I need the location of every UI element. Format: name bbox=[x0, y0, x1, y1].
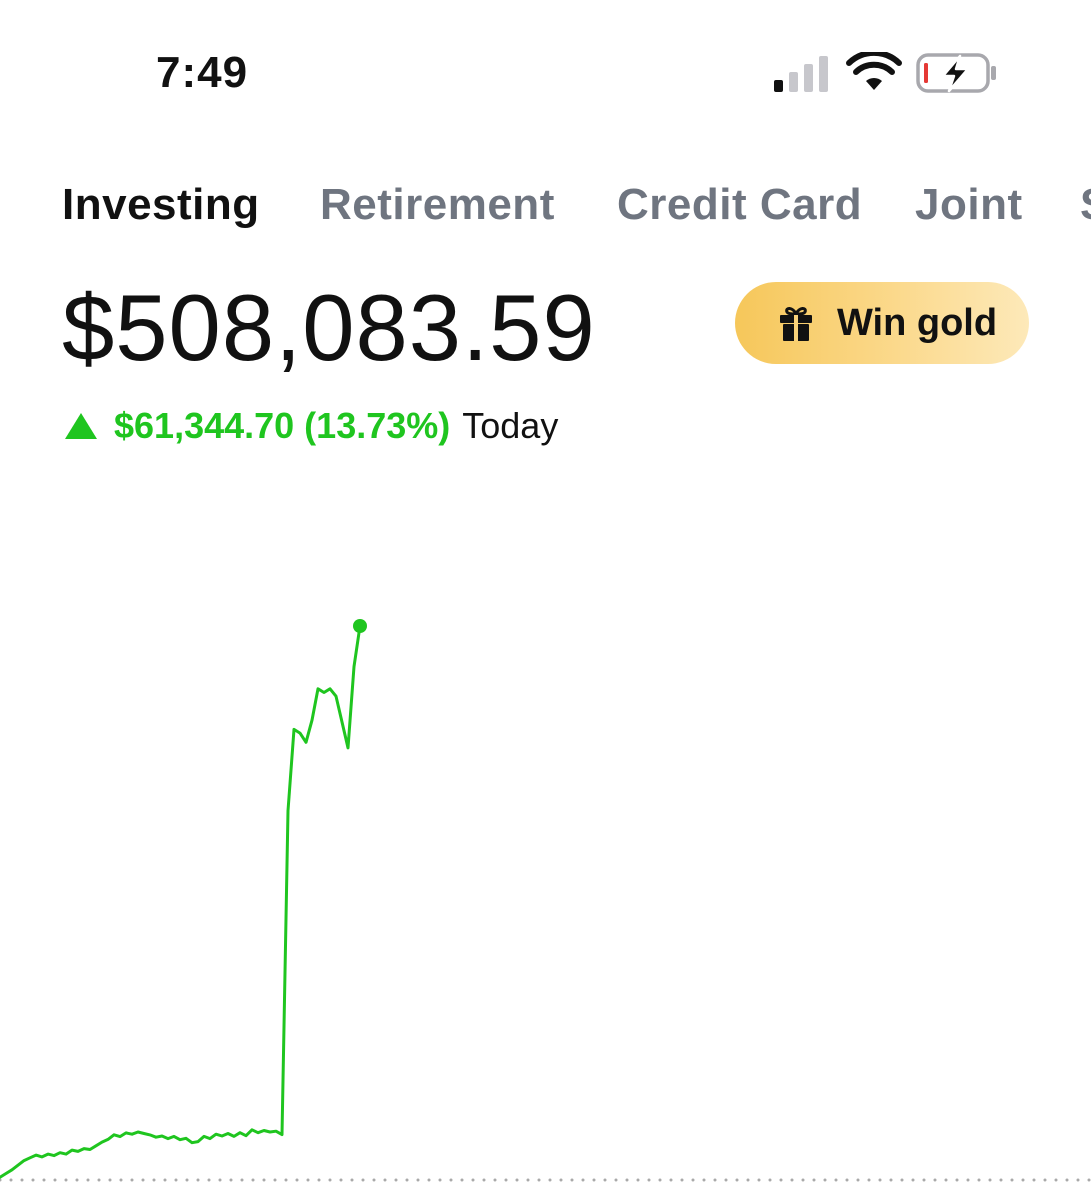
change-period: Today bbox=[462, 405, 559, 446]
status-time: 7:49 bbox=[156, 48, 249, 97]
tab-investing[interactable]: Investing bbox=[62, 180, 260, 230]
tab-credit-card[interactable]: Credit Card bbox=[617, 180, 862, 230]
portfolio-chart[interactable] bbox=[0, 500, 1091, 1200]
win-gold-label: Win gold bbox=[837, 301, 998, 344]
tab-spending[interactable]: S bbox=[1080, 180, 1091, 230]
wifi-icon bbox=[846, 52, 902, 90]
chart-series-line bbox=[0, 624, 362, 1179]
battery-charging-icon bbox=[916, 53, 996, 93]
change-amount: $61,344.70 (13.73%) bbox=[114, 405, 451, 446]
daily-change: $61,344.70 (13.73%) Today bbox=[64, 403, 558, 449]
gift-icon bbox=[780, 307, 812, 341]
chart-current-point bbox=[353, 619, 367, 633]
up-triangle-icon bbox=[65, 413, 97, 439]
win-gold-button[interactable]: Win gold bbox=[735, 282, 1029, 364]
portfolio-value: $508,083.59 bbox=[62, 275, 596, 380]
account-tabs: Investing Retirement Credit Card Joint S bbox=[62, 180, 1091, 240]
cellular-signal-icon bbox=[774, 56, 828, 92]
status-bar: 7:49 bbox=[0, 0, 1091, 120]
tab-retirement[interactable]: Retirement bbox=[320, 180, 555, 230]
tab-joint[interactable]: Joint bbox=[915, 180, 1023, 230]
